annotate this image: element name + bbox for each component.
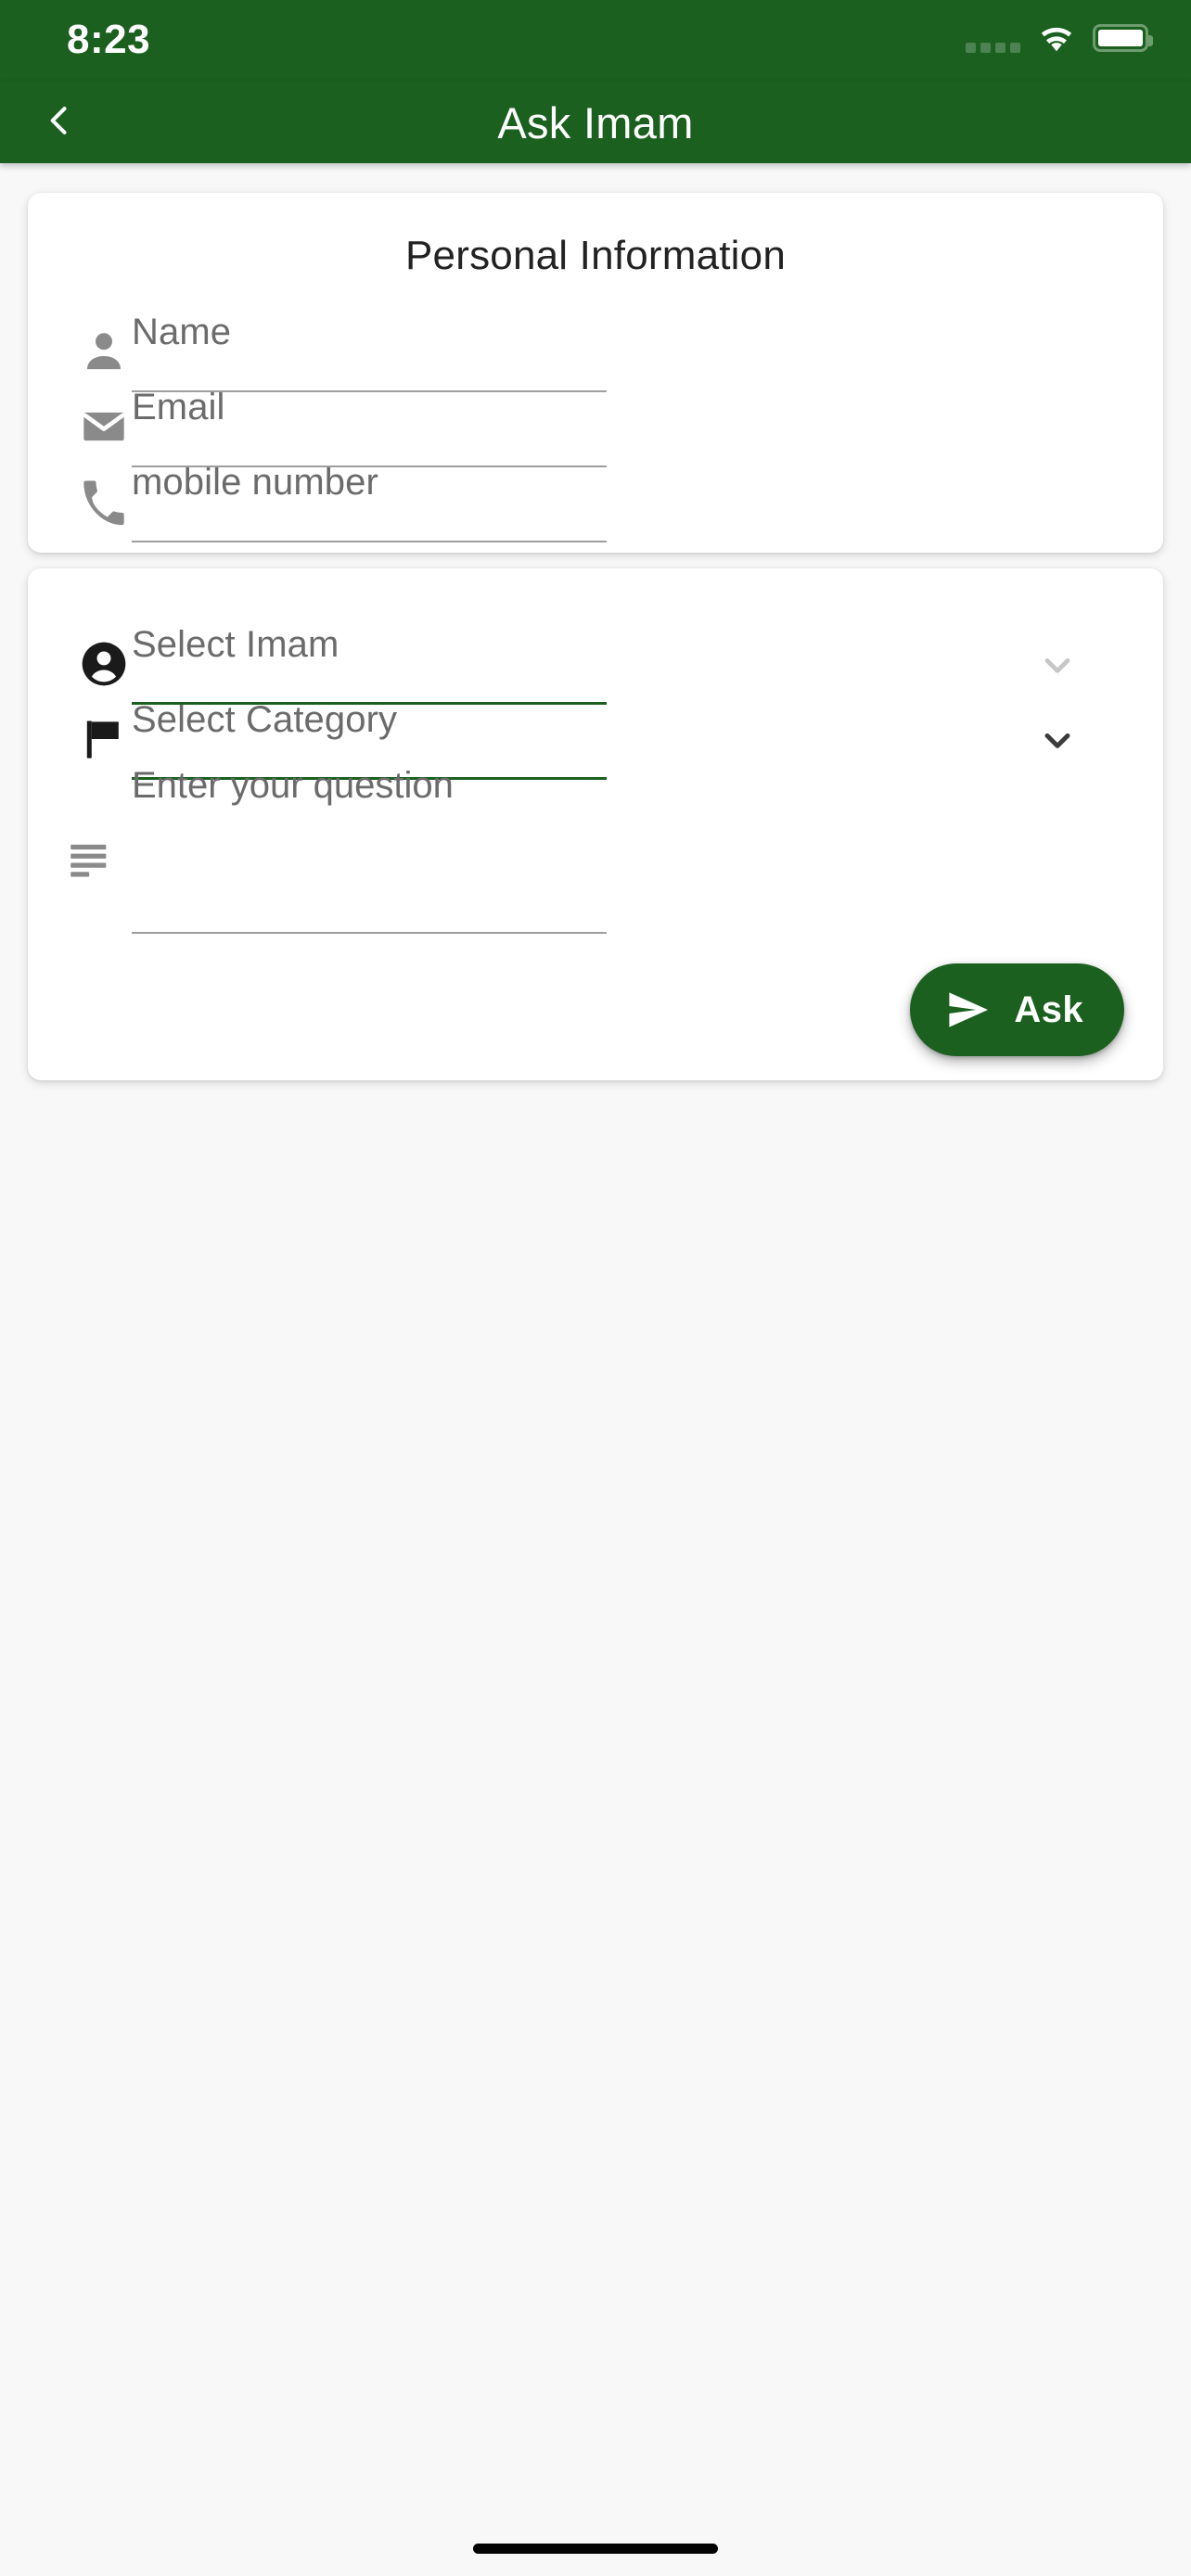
mobile-number-input[interactable]: mobile number [132, 434, 607, 568]
phone-icon [70, 434, 137, 568]
wifi-icon [1037, 20, 1076, 56]
status-icons [966, 20, 1153, 56]
question-underline [132, 932, 607, 934]
question-card: Select Imam Select Category Enter your q… [28, 568, 1163, 1080]
app-bar: Ask Imam [0, 82, 1191, 163]
mobile-number-field-row[interactable]: mobile number [28, 434, 1163, 568]
page-title: Ask Imam [497, 97, 694, 147]
mobile-number-underline [132, 541, 607, 542]
mobile-number-placeholder: mobile number [132, 462, 378, 503]
ask-button[interactable]: Ask [910, 963, 1124, 1056]
status-bar: 8:23 [0, 0, 1191, 82]
email-placeholder: Email [132, 387, 225, 427]
notes-icon [70, 839, 137, 884]
send-icon [945, 988, 990, 1032]
personal-information-title: Personal Information [405, 233, 786, 278]
home-indicator[interactable] [473, 2544, 718, 2554]
ask-button-label: Ask [1014, 988, 1083, 1030]
status-time: 8:23 [67, 17, 151, 62]
select-imam-placeholder: Select Imam [132, 624, 339, 665]
select-category-placeholder: Select Category [132, 699, 398, 740]
phone-screen: 8:23 Ask Imam Personal Information Name … [0, 0, 1191, 2576]
cellular-dots-icon [966, 20, 1020, 56]
question-placeholder: Enter your question [132, 765, 454, 806]
question-input-block[interactable]: Enter your question [28, 754, 1163, 956]
personal-information-card: Personal Information Name Email mobile n… [28, 193, 1163, 553]
battery-full-icon [1093, 24, 1153, 52]
name-placeholder: Name [132, 312, 232, 352]
